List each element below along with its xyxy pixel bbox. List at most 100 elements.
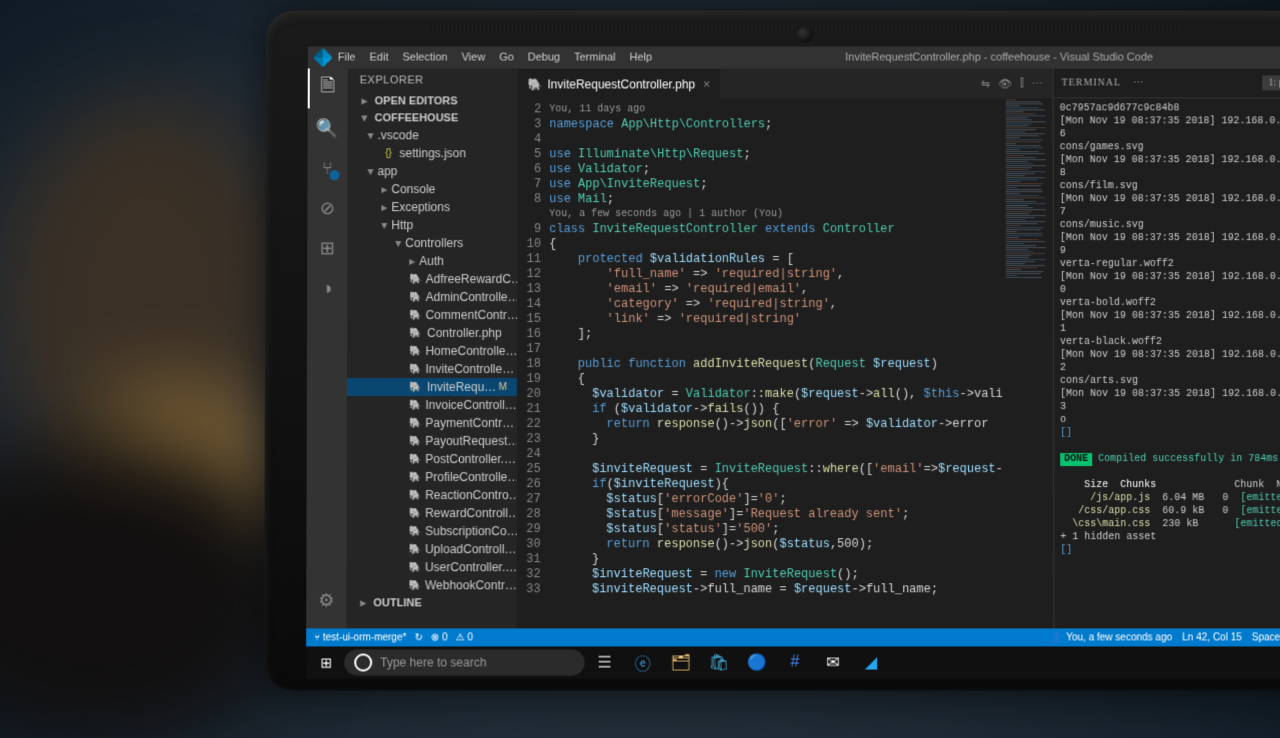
edge-icon[interactable]: ⓔ: [625, 646, 661, 678]
file-item[interactable]: 🐘WebhookContr…: [346, 576, 516, 594]
file-item[interactable]: 🐘PayoutRequest…: [347, 432, 517, 450]
terminal-tab[interactable]: TERMINAL: [1062, 77, 1122, 88]
folder-exceptions[interactable]: ▸Exceptions: [347, 198, 517, 216]
file-item[interactable]: 🐘ReactionContro…: [347, 486, 517, 504]
folder-.vscode[interactable]: ▾.vscode: [348, 126, 518, 144]
file-item[interactable]: 🐘UploadControll…: [346, 540, 516, 558]
menu-help[interactable]: Help: [630, 52, 653, 64]
file-item[interactable]: 🐘InviteRequ…M: [347, 378, 517, 396]
php-icon: 🐘: [527, 77, 542, 91]
start-menu-icon[interactable]: ⊞: [310, 646, 342, 678]
file-item[interactable]: 🐘InvoiceControll…: [347, 396, 517, 414]
php-icon: 🐘: [409, 470, 421, 484]
more-icon[interactable]: ⋯: [1032, 77, 1043, 90]
file-item[interactable]: 🐘ProfileControlle…: [347, 468, 517, 486]
file-item[interactable]: 🐘RewardControll…: [347, 504, 517, 522]
terminal-panel: TERMINAL ⋯ 1: php, node 0c7957ac9d677c9c…: [1053, 69, 1280, 629]
php-icon: 🐘: [409, 452, 421, 466]
workspace-root[interactable]: ▾ COFFEEHOUSE: [348, 109, 518, 126]
remote-icon[interactable]: ◑: [307, 268, 347, 308]
git-diff-icon[interactable]: ⇋: [981, 77, 990, 90]
search-icon[interactable]: 🔍: [308, 108, 348, 148]
preview-icon[interactable]: 👁: [998, 77, 1012, 90]
minimap[interactable]: [1003, 98, 1054, 628]
close-icon[interactable]: ×: [703, 77, 710, 91]
menu-selection[interactable]: Selection: [402, 52, 447, 64]
php-icon: 🐘: [409, 398, 421, 412]
code-editor[interactable]: 2345678910111213141516171819202122232425…: [517, 98, 1054, 628]
sidebar: EXPLORER ▸ OPEN EDITORS ▾ COFFEEHOUSE ▾.…: [346, 69, 517, 629]
menu-debug[interactable]: Debug: [528, 52, 560, 64]
file-item[interactable]: 🐘PostController.…: [347, 450, 517, 468]
indent[interactable]: Spaces: 2: [1252, 632, 1280, 643]
vscode-logo-icon: [313, 48, 333, 68]
outline-section[interactable]: ▸ OUTLINE: [346, 594, 516, 611]
windows-taskbar: ⊞ Type here to search ☰ ⓔ 🗂 🛍 🔵 # ✉ ◢: [306, 646, 1280, 678]
php-icon: 🐘: [409, 488, 421, 502]
file-explorer-icon[interactable]: 🗂: [663, 646, 699, 678]
explorer-icon[interactable]: 🗎: [308, 69, 348, 109]
folder-console[interactable]: ▸Console: [347, 180, 517, 198]
php-icon: 🐘: [409, 542, 421, 556]
menu-view[interactable]: View: [462, 52, 486, 64]
folder-controllers[interactable]: ▾Controllers: [347, 234, 517, 252]
menu-go[interactable]: Go: [499, 52, 514, 64]
tab-label: InviteRequestController.php: [547, 77, 695, 91]
file-item[interactable]: 🐘AdfreeRewardC…: [347, 270, 517, 288]
file-item[interactable]: 🐘Controller.php: [347, 324, 517, 342]
folder-auth[interactable]: ▸Auth: [347, 252, 517, 270]
split-icon[interactable]: ⫿: [1020, 77, 1024, 90]
panel-more-icon[interactable]: ⋯: [1133, 77, 1144, 88]
menu-file[interactable]: File: [338, 52, 356, 64]
errors[interactable]: ⊗ 0: [431, 632, 448, 643]
file-item[interactable]: 🐘CommentContr…: [347, 306, 517, 324]
task-view-icon[interactable]: ☰: [587, 646, 623, 678]
file-item[interactable]: 🐘SubscriptionCo…: [346, 522, 516, 540]
vscode-taskbar-icon[interactable]: ◢: [853, 646, 889, 678]
terminal-output[interactable]: 0c7957ac9d677c9c84b8[Mon Nov 19 08:37:35…: [1054, 98, 1280, 628]
php-icon: 🐘: [409, 506, 421, 520]
php-icon: 🐘: [408, 578, 421, 592]
cursor-pos[interactable]: Ln 42, Col 15: [1182, 632, 1242, 643]
sidebar-header: EXPLORER: [348, 69, 518, 93]
terminal-select[interactable]: 1: php, node: [1263, 75, 1280, 90]
cortana-icon: [354, 653, 372, 671]
activity-bar: 🗎 🔍 ⑂ ⊘ ⊞ ◑ ⚙: [306, 69, 348, 629]
git-blame: 👤 You, a few seconds ago: [1051, 632, 1172, 643]
open-editors-section[interactable]: ▸ OPEN EDITORS: [348, 92, 518, 109]
mail-icon[interactable]: ✉: [815, 646, 851, 678]
php-icon: 🐘: [409, 380, 423, 394]
window-title: InviteRequestController.php - coffeehous…: [666, 52, 1280, 64]
folder-http[interactable]: ▾Http: [347, 216, 517, 234]
file-item[interactable]: 🐘AdminControlle…: [347, 288, 517, 306]
file-item[interactable]: 🐘UserController.…: [346, 558, 516, 576]
file-item[interactable]: 🐘InviteControlle…: [347, 360, 517, 378]
chrome-icon[interactable]: 🔵: [739, 646, 775, 678]
store-icon[interactable]: 🛍: [701, 646, 737, 678]
php-icon: 🐘: [409, 416, 421, 430]
editor-tab[interactable]: 🐘 InviteRequestController.php ×: [517, 69, 720, 99]
php-icon: 🐘: [409, 272, 421, 286]
php-icon: 🐘: [409, 326, 423, 340]
menu-terminal[interactable]: Terminal: [574, 52, 616, 64]
camera-icon: [797, 27, 813, 43]
file-item[interactable]: {}settings.json: [348, 144, 518, 162]
sync-icon[interactable]: ↻: [414, 632, 422, 643]
gear-icon[interactable]: ⚙: [306, 580, 346, 620]
extensions-icon[interactable]: ⊞: [307, 228, 347, 268]
php-icon: 🐘: [409, 362, 421, 376]
php-icon: 🐘: [409, 308, 421, 322]
menu-edit[interactable]: Edit: [369, 52, 388, 64]
php-icon: 🐘: [409, 344, 421, 358]
warnings[interactable]: ⚠ 0: [456, 632, 473, 643]
slack-icon[interactable]: #: [777, 646, 813, 678]
file-item[interactable]: 🐘PaymentContr…: [347, 414, 517, 432]
git-branch[interactable]: ⑂ test-ui-orm-merge*: [314, 632, 406, 643]
source-control-icon[interactable]: ⑂: [307, 148, 347, 188]
folder-app[interactable]: ▾app: [347, 162, 517, 180]
file-item[interactable]: 🐘HomeControlle…: [347, 342, 517, 360]
status-bar: ⑂ test-ui-orm-merge* ↻ ⊗ 0 ⚠ 0 👤 You, a …: [306, 628, 1280, 646]
php-icon: 🐘: [409, 524, 421, 538]
search-input[interactable]: Type here to search: [344, 649, 584, 675]
debug-icon[interactable]: ⊘: [307, 188, 347, 228]
